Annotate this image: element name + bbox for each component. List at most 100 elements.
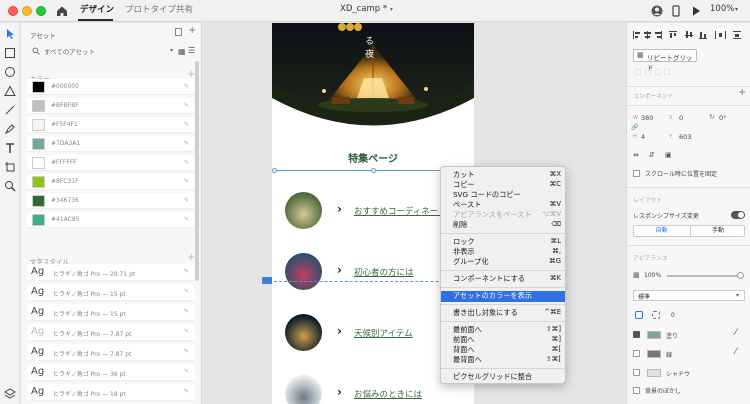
responsive-toggle[interactable] [731,211,745,219]
color-asset-row[interactable]: #000000 ✎ [27,79,194,95]
list-item-link[interactable]: 初心者の方には [354,266,414,278]
edit-icon[interactable]: ✎ [184,348,189,355]
artboard-tool-icon[interactable] [4,161,16,173]
user-avatar-icon[interactable] [651,5,663,17]
color-asset-row[interactable]: #7DA3A1 ✎ [27,136,194,152]
zoom-level[interactable]: 100% [710,4,734,14]
lock-aspect-icon[interactable]: 🔗 [631,124,638,131]
y-value[interactable]: 603 [679,133,691,141]
color-asset-row[interactable]: #8FC31F ✎ [27,174,194,190]
text-style-row[interactable]: Ag ヒラギノ角ゴ Pro — 29.71 pt ✎ [27,264,194,281]
eyedropper-icon[interactable]: ⁄ [735,328,737,338]
edit-icon[interactable]: ✎ [184,83,189,90]
add-icon[interactable]: + [188,25,196,36]
text-style-row[interactable]: Ag ヒラギノ角ゴ Pro — 36 pt ✎ [27,364,194,381]
blend-mode-select[interactable]: 標準 ▾ [633,290,745,301]
color-asset-row[interactable]: #346736 ✎ [27,193,194,209]
component-tag[interactable] [262,277,272,284]
home-icon[interactable] [55,4,69,18]
mobile-preview-icon[interactable] [670,5,682,17]
assets-scrollbar[interactable] [195,61,199,281]
list-item-photo[interactable] [285,375,322,404]
menu-item[interactable]: 書き出し対象にする ^⌘E [441,308,565,319]
align-tools-icon[interactable] [633,30,745,40]
flip-horizontal-icon[interactable]: ⇹ [633,151,639,159]
rectangle-tool-icon[interactable] [4,47,16,59]
menu-item[interactable]: アセットのカラーを表示 [441,291,565,302]
edit-icon[interactable]: ✎ [184,308,189,315]
eyedropper-icon[interactable]: ⁄ [735,347,737,357]
flip-vertical-icon[interactable]: ⇵ [649,151,655,159]
edit-icon[interactable]: ✎ [184,216,189,223]
corner-radius-value[interactable]: 0 [671,312,675,319]
opacity-slider[interactable] [667,272,744,279]
text-style-row[interactable]: Ag ヒラギノ角ゴ Pro — 18 pt ✎ [27,384,194,401]
rotation-value[interactable]: 0° [719,114,726,122]
selection-handle-left[interactable] [272,168,277,173]
opacity-slider-knob[interactable] [737,272,744,279]
zoom-window-button[interactable] [36,6,46,16]
shadow-swatch[interactable] [647,369,661,377]
color-asset-row[interactable]: #BFBFBF ✎ [27,98,194,114]
menu-item[interactable]: 削除 ⌫ [441,220,565,231]
line-tool-icon[interactable] [4,104,16,116]
text-style-row[interactable]: Ag ヒラギノ角ゴ Pro — 7.87 pt ✎ [27,324,194,341]
edit-icon[interactable]: ✎ [184,328,189,335]
menu-item[interactable]: コンポーネントにする ⌘K [441,274,565,285]
scroll-fix-checkbox[interactable] [633,170,640,177]
bg-blur-checkbox[interactable] [633,387,640,394]
manual-resize-option[interactable]: 手動 [690,226,745,236]
text-style-row[interactable]: Ag ヒラギノ角ゴ Pro — 7.87 pt ✎ [27,344,194,361]
list-item-link[interactable]: おすすめコーディネート [354,205,447,217]
fill-checkbox[interactable] [633,331,640,338]
boolean-ops-icon[interactable]: ▢▢▢▢ [635,68,673,76]
text-style-row[interactable]: Ag ヒラギノ角ゴ Pro — 15 pt ✎ [27,304,194,321]
tab-design[interactable]: デザイン [80,4,114,16]
border-swatch[interactable] [647,350,661,358]
x-value[interactable]: 0 [679,114,683,122]
polygon-tool-icon[interactable] [4,85,16,97]
color-asset-row[interactable]: #F5F4F1 ✎ [27,117,194,133]
edit-icon[interactable]: ✎ [184,159,189,166]
edit-icon[interactable]: ✎ [184,121,189,128]
section-title[interactable]: 特集ページ [272,150,474,165]
color-asset-row[interactable]: #41AC85 ✎ [27,212,194,228]
select-tool-icon[interactable] [4,28,16,40]
text-style-row[interactable]: Ag ヒラギノ角ゴ Pro — 15 pt ✎ [27,284,194,301]
document-title[interactable]: XD_camp * ▾ [340,4,393,14]
minimize-window-button[interactable] [22,6,32,16]
edit-icon[interactable]: ✎ [184,288,189,295]
list-view-icon[interactable]: ☰ [188,46,195,55]
color-asset-row[interactable]: #FFFFFF ✎ [27,155,194,171]
tab-share[interactable]: 共有 [176,4,193,16]
border-checkbox[interactable] [633,350,640,357]
close-window-button[interactable] [8,6,18,16]
fill-swatch[interactable] [647,331,661,339]
edit-icon[interactable]: ✎ [184,140,189,147]
opacity-value[interactable]: 100% [644,272,661,279]
fit-icon[interactable]: ▣ [665,151,672,159]
tab-prototype[interactable]: プロトタイプ [125,4,176,16]
pen-tool-icon[interactable] [4,123,16,135]
add-component-icon[interactable]: + [738,87,746,98]
list-item-photo[interactable] [285,192,322,229]
menu-item[interactable]: グループ化 ⌘G [441,257,565,268]
corner-individual-icon[interactable] [652,311,660,319]
list-item-link[interactable]: 天候別アイテム [354,327,413,339]
shadow-checkbox[interactable] [633,369,640,376]
grid-view-icon[interactable]: ▦ [178,47,186,56]
list-item-photo[interactable] [285,314,322,351]
width-value[interactable]: 380 [641,114,653,122]
play-icon[interactable] [690,5,702,17]
menu-item[interactable]: 最背面へ ⇧⌘[ [441,355,565,366]
menu-item[interactable]: ピクセルグリッドに整合 [441,372,565,383]
edit-icon[interactable]: ✎ [184,178,189,185]
chevron-down-icon[interactable]: ▾ [735,6,738,13]
layers-icon[interactable] [4,388,16,400]
text-tool-icon[interactable] [4,142,16,154]
auto-resize-option[interactable]: 自動 [634,226,689,236]
edit-icon[interactable]: ✎ [184,268,189,275]
edit-icon[interactable]: ✎ [184,368,189,375]
list-item-photo[interactable] [285,253,322,290]
corner-uniform-icon[interactable] [635,311,643,319]
